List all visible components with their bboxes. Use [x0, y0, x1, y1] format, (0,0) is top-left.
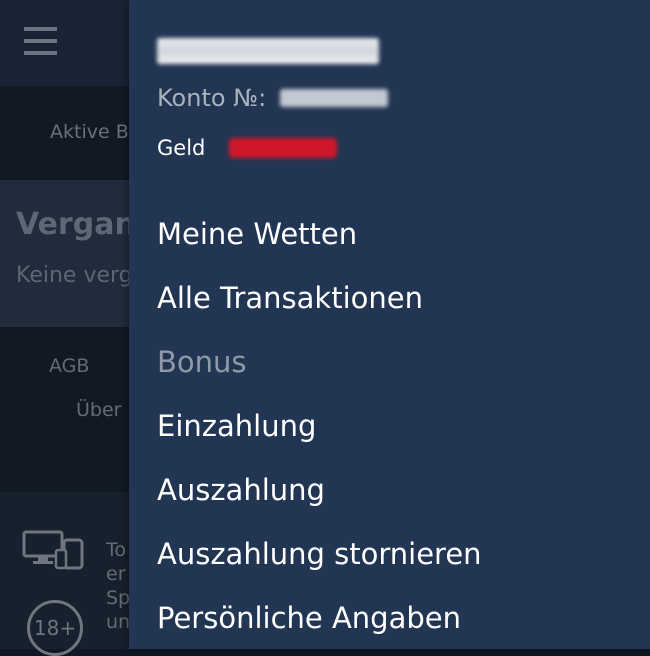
footer-info-line: Sp — [106, 587, 131, 609]
menu-item-personal-details[interactable]: Persönliche Angaben — [157, 589, 482, 653]
account-number-row: Konto №: ██████ — [157, 84, 389, 114]
balance-label: Geld — [157, 136, 206, 160]
account-number-label: Konto №: — [157, 84, 267, 112]
hamburger-menu-icon[interactable] — [24, 27, 57, 55]
footer-info-line: un — [106, 611, 131, 633]
footer-info-line: er — [106, 563, 126, 585]
menu-item-withdrawal[interactable]: Auszahlung — [157, 461, 482, 525]
account-menu: Meine Wetten Alle Transaktionen Bonus Ei… — [157, 205, 482, 653]
account-number-value: ██████ — [280, 89, 389, 107]
balance-row: Geld ██████ — [157, 136, 338, 164]
tab-active-bets[interactable]: Aktive B — [50, 121, 129, 143]
balance-value: ██████ — [229, 138, 338, 158]
footer-link-about[interactable]: Über — [76, 399, 121, 421]
age-restriction-icon: 18+ — [27, 600, 83, 656]
menu-item-cancel-withdrawal[interactable]: Auszahlung stornieren — [157, 525, 482, 589]
menu-item-all-transactions[interactable]: Alle Transaktionen — [157, 269, 482, 333]
devices-icon — [22, 530, 84, 570]
menu-item-bonus: Bonus — [157, 345, 247, 379]
past-bets-title: Vergan — [16, 207, 136, 242]
footer-info-text: To er Sp un — [106, 538, 130, 634]
menu-item-my-bets[interactable]: Meine Wetten — [157, 205, 482, 269]
menu-item-deposit[interactable]: Einzahlung — [157, 397, 482, 461]
account-drawer: ████████ Konto №: ██████ Geld ██████ Meine… — [129, 0, 650, 649]
footer-info-line: To — [106, 539, 127, 561]
past-bets-empty-text: Keine verg — [16, 263, 133, 288]
account-name: ████████ — [157, 38, 379, 64]
footer-link-agb[interactable]: AGB — [49, 355, 89, 377]
